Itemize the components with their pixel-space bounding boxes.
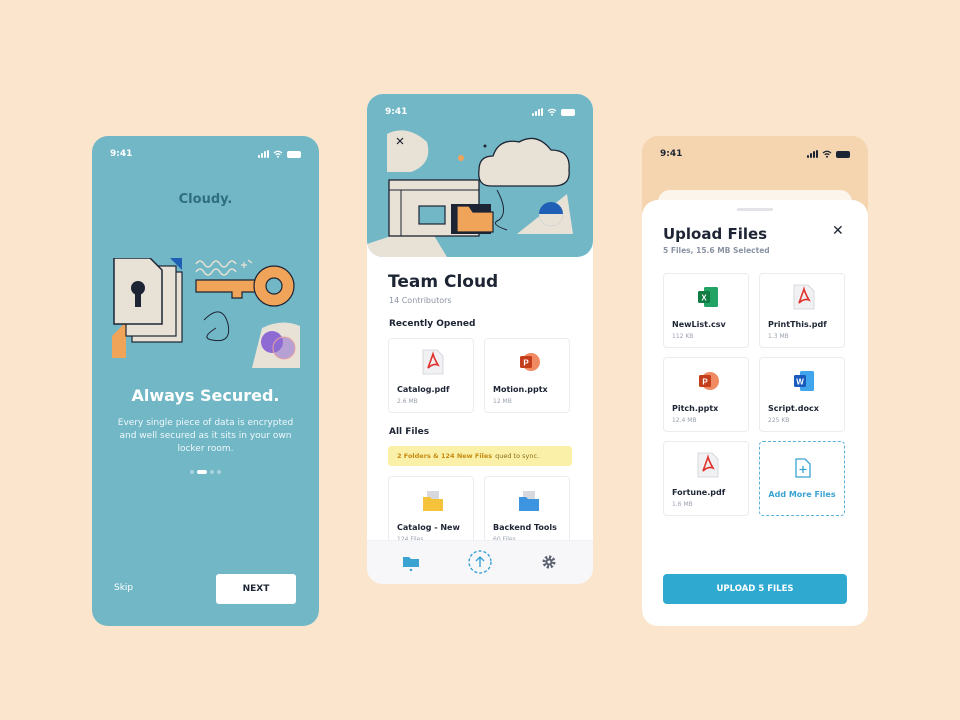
file-size: 2.6 MB bbox=[397, 398, 418, 405]
upload-files-screen: 9:41 Upload Files 5 Files, 15.6 MB Selec… bbox=[642, 136, 868, 626]
file-name: NewList.csv bbox=[672, 320, 726, 329]
battery-icon bbox=[836, 150, 850, 158]
upload-sheet: Upload Files 5 Files, 15.6 MB Selected ✕… bbox=[642, 200, 868, 626]
sheet-title: Upload Files bbox=[663, 225, 768, 243]
page-dot bbox=[210, 470, 214, 474]
pdf-icon bbox=[422, 349, 444, 375]
sync-count: 2 Folders & 124 New Files bbox=[397, 452, 493, 460]
pptx-icon: P bbox=[520, 353, 540, 371]
folder-name: Catalog - New bbox=[397, 523, 460, 532]
page-dot-active bbox=[197, 470, 207, 474]
page-title: Team Cloud bbox=[388, 272, 499, 292]
status-time: 9:41 bbox=[110, 149, 133, 159]
selection-summary: 5 Files, 15.6 MB Selected bbox=[663, 246, 770, 255]
add-file-icon bbox=[795, 458, 811, 478]
drag-handle[interactable] bbox=[737, 208, 773, 211]
wifi-icon bbox=[822, 150, 832, 158]
file-name: Motion.pptx bbox=[493, 385, 548, 394]
all-files-heading: All Files bbox=[389, 427, 430, 437]
svg-text:P: P bbox=[523, 359, 529, 368]
add-more-label: Add More Files bbox=[768, 490, 836, 499]
file-name: Fortune.pdf bbox=[672, 488, 726, 497]
security-illustration bbox=[112, 258, 300, 368]
skip-button[interactable]: Skip bbox=[114, 583, 133, 593]
file-size: 12.4 MB bbox=[672, 417, 697, 424]
folder-name: Backend Tools bbox=[493, 523, 557, 532]
gear-icon[interactable] bbox=[541, 554, 557, 570]
recent-heading: Recently Opened bbox=[389, 319, 476, 329]
status-bar: 9:41 bbox=[367, 104, 593, 120]
file-size: 225 KB bbox=[768, 417, 790, 424]
svg-text:W: W bbox=[796, 378, 804, 387]
wifi-icon bbox=[547, 108, 557, 116]
pdf-icon bbox=[793, 284, 815, 310]
file-size: 112 KB bbox=[672, 333, 694, 340]
add-more-files-button[interactable]: Add More Files bbox=[759, 441, 845, 516]
battery-icon bbox=[561, 108, 575, 116]
tab-bar bbox=[367, 540, 593, 584]
file-name: PrintThis.pdf bbox=[768, 320, 827, 329]
file-card[interactable]: Catalog.pdf 2.6 MB bbox=[388, 338, 474, 413]
onboarding-title: Always Secured. bbox=[131, 386, 280, 405]
upload-button[interactable]: UPLOAD 5 FILES bbox=[663, 574, 847, 604]
svg-text:X: X bbox=[701, 294, 707, 303]
upload-tab-icon[interactable] bbox=[467, 549, 493, 575]
status-bar: 9:41 bbox=[642, 146, 868, 162]
file-card[interactable]: W Script.docx 225 KB bbox=[759, 357, 845, 432]
file-size: 1.6 MB bbox=[672, 501, 693, 508]
file-card[interactable]: Fortune.pdf 1.6 MB bbox=[663, 441, 749, 516]
signal-icon bbox=[807, 150, 818, 158]
onboarding-screen: 9:41 Cloudy. Always Secured. Every singl… bbox=[92, 136, 319, 626]
folder-tab-icon[interactable] bbox=[402, 553, 420, 571]
sync-text: qued to sync. bbox=[495, 452, 540, 460]
wifi-icon bbox=[273, 150, 283, 158]
next-button[interactable]: NEXT bbox=[216, 574, 296, 604]
brand-logo: Cloudy. bbox=[178, 192, 233, 207]
file-size: 1.3 MB bbox=[768, 333, 789, 340]
pptx-icon: P bbox=[699, 372, 719, 390]
battery-icon bbox=[287, 150, 301, 158]
file-name: Catalog.pdf bbox=[397, 385, 450, 394]
status-time: 9:41 bbox=[385, 107, 408, 117]
status-time: 9:41 bbox=[660, 149, 683, 159]
page-indicator bbox=[92, 470, 319, 474]
contributors-count: 14 Contributors bbox=[389, 296, 452, 305]
status-bar: 9:41 bbox=[92, 146, 319, 162]
team-cloud-screen: 9:41 Team Cloud 14 Contributors Recently… bbox=[367, 94, 593, 584]
file-name: Pitch.pptx bbox=[672, 404, 719, 413]
sync-banner: 2 Folders & 124 New Files qued to sync. bbox=[388, 446, 572, 466]
file-card[interactable]: X NewList.csv 112 KB bbox=[663, 273, 749, 348]
page-dot bbox=[190, 470, 194, 474]
onboarding-description: Every single piece of data is encrypted … bbox=[117, 418, 294, 454]
svg-text:P: P bbox=[702, 378, 708, 387]
file-size: 12 MB bbox=[493, 398, 512, 405]
file-card[interactable]: P Motion.pptx 12 MB bbox=[484, 338, 570, 413]
file-name: Script.docx bbox=[768, 404, 819, 413]
page-dot bbox=[217, 470, 221, 474]
excel-icon: X bbox=[698, 287, 718, 307]
yellow-folder-icon bbox=[423, 491, 443, 511]
pdf-icon bbox=[697, 452, 719, 478]
file-card[interactable]: PrintThis.pdf 1.3 MB bbox=[759, 273, 845, 348]
signal-icon bbox=[532, 108, 543, 116]
signal-icon bbox=[258, 150, 269, 158]
file-card[interactable]: P Pitch.pptx 12.4 MB bbox=[663, 357, 749, 432]
close-icon[interactable]: ✕ bbox=[832, 223, 844, 239]
blue-folder-icon bbox=[519, 491, 539, 511]
word-icon: W bbox=[794, 371, 814, 391]
